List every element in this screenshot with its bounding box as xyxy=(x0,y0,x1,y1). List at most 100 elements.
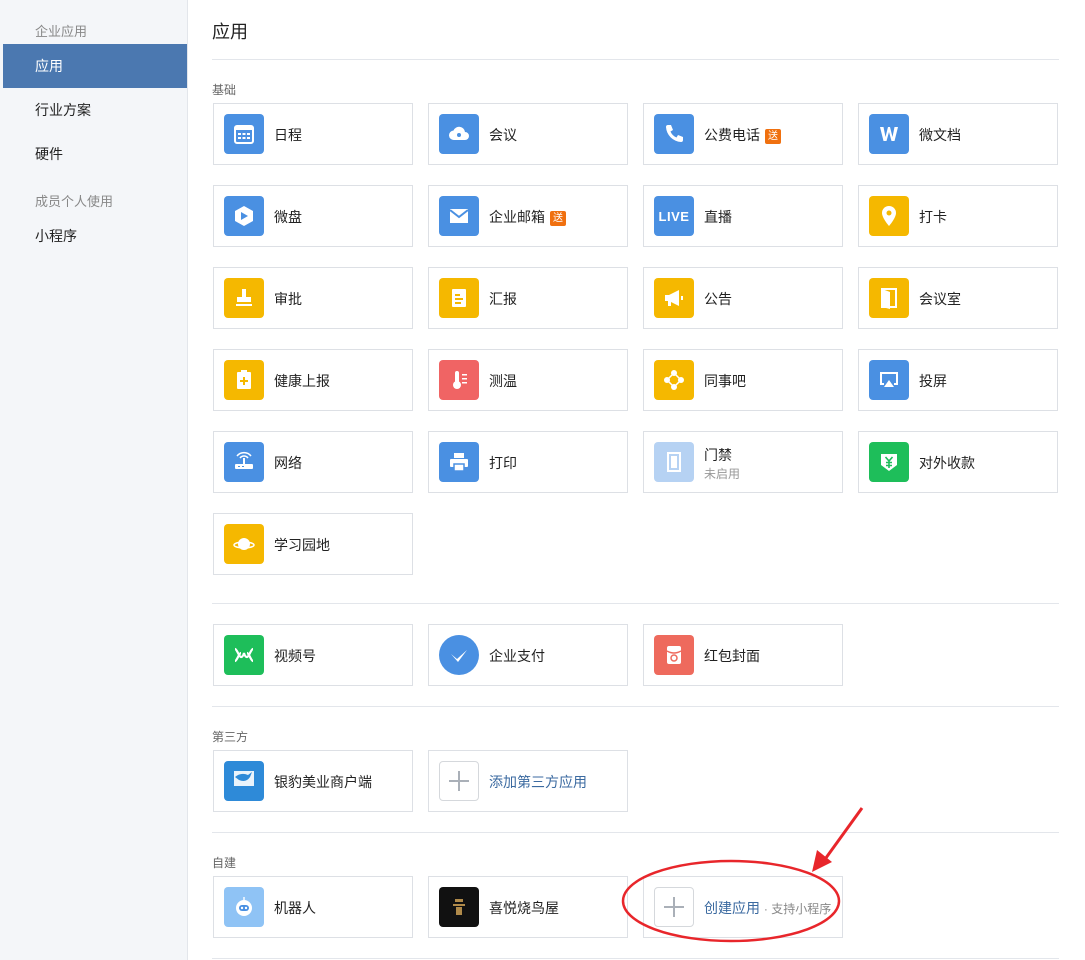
robot-icon xyxy=(224,887,264,927)
redpacket-icon xyxy=(654,635,694,675)
app-name: 打卡 xyxy=(919,209,947,225)
app-card-live[interactable]: LIVE 直播 xyxy=(643,185,843,247)
gift-badge: 送 xyxy=(550,211,566,226)
app-name: 红包封面 xyxy=(704,648,760,664)
divider xyxy=(212,59,1059,60)
divider xyxy=(212,603,1059,604)
app-name: 视频号 xyxy=(274,648,316,664)
health-icon xyxy=(224,360,264,400)
live-icon: LIVE xyxy=(654,196,694,236)
app-card-phone[interactable]: 公费电话送 xyxy=(643,103,843,165)
divider xyxy=(212,706,1059,707)
app-card-disk[interactable]: 微盘 xyxy=(213,185,413,247)
sidebar-item-mini-program[interactable]: 小程序 xyxy=(3,214,187,258)
divider xyxy=(212,832,1059,833)
cloud-icon xyxy=(439,114,479,154)
app-name: 创建应用 · 支持小程序 xyxy=(704,900,832,916)
app-card-report[interactable]: 汇报 xyxy=(428,267,628,329)
app-name: 测温 xyxy=(489,373,517,389)
plus-icon xyxy=(654,887,694,927)
app-name: 审批 xyxy=(274,291,302,307)
app-card-health[interactable]: 健康上报 xyxy=(213,349,413,411)
door-icon xyxy=(869,278,909,318)
app-name: 日程 xyxy=(274,127,302,143)
app-card-doc[interactable]: 微文档 xyxy=(858,103,1058,165)
app-card-meeting[interactable]: 会议 xyxy=(428,103,628,165)
app-name: 银豹美业商户端 xyxy=(274,774,372,790)
app-name: 公费电话送 xyxy=(704,125,781,145)
phone-icon xyxy=(654,114,694,154)
disk-icon xyxy=(224,196,264,236)
app-name: 学习园地 xyxy=(274,537,330,553)
section-label-basic: 基础 xyxy=(212,83,237,97)
sidebar: 企业应用 应用 行业方案 硬件 成员个人使用 小程序 xyxy=(0,0,188,960)
page-title: 应用 xyxy=(212,22,248,42)
mail-icon xyxy=(439,196,479,236)
app-card-temp[interactable]: 测温 xyxy=(428,349,628,411)
app-card-yinbao[interactable]: 银豹美业商户端 xyxy=(213,750,413,812)
report-icon xyxy=(439,278,479,318)
gift-badge: 送 xyxy=(765,129,781,144)
app-name: 机器人 xyxy=(274,900,316,916)
planet-icon xyxy=(224,524,264,564)
location-pin-icon xyxy=(869,196,909,236)
wepay-icon xyxy=(439,635,479,675)
app-card-print[interactable]: 打印 xyxy=(428,431,628,493)
team-icon xyxy=(654,360,694,400)
app-card-wepay[interactable]: 企业支付 xyxy=(428,624,628,686)
app-name: 汇报 xyxy=(489,291,517,307)
app-name: 打印 xyxy=(489,455,517,471)
app-name: 同事吧 xyxy=(704,373,746,389)
app-name: 微盘 xyxy=(274,209,302,225)
create-app-button[interactable]: 创建应用 · 支持小程序 xyxy=(643,876,843,938)
sidebar-item-apps[interactable]: 应用 xyxy=(3,44,187,88)
plus-icon xyxy=(439,761,479,801)
app-name: 微文档 xyxy=(919,127,961,143)
app-card-redpacket[interactable]: 红包封面 xyxy=(643,624,843,686)
sidebar-group-enterprise: 企业应用 xyxy=(35,24,88,39)
app-card-cast[interactable]: 投屏 xyxy=(858,349,1058,411)
app-name: 门禁 xyxy=(704,447,732,463)
app-card-xiyue[interactable]: 喜悦烧鸟屋 xyxy=(428,876,628,938)
app-card-network[interactable]: 网络 xyxy=(213,431,413,493)
section-label-custom: 自建 xyxy=(212,856,237,870)
app-card-notice[interactable]: 公告 xyxy=(643,267,843,329)
app-card-external-pay[interactable]: 对外收款 xyxy=(858,431,1058,493)
channels-icon xyxy=(224,635,264,675)
app-name: 企业邮箱送 xyxy=(489,207,566,227)
add-third-party-app-button[interactable]: 添加第三方应用 xyxy=(428,750,628,812)
leopard-icon xyxy=(224,761,264,801)
cast-icon xyxy=(869,360,909,400)
stamp-icon xyxy=(224,278,264,318)
shop-logo-icon xyxy=(439,887,479,927)
app-card-room[interactable]: 会议室 xyxy=(858,267,1058,329)
app-card-study[interactable]: 学习园地 xyxy=(213,513,413,575)
app-name: 企业支付 xyxy=(489,648,545,664)
gate-icon xyxy=(654,442,694,482)
app-name: 会议室 xyxy=(919,291,961,307)
app-name: 喜悦烧鸟屋 xyxy=(489,900,559,916)
router-icon xyxy=(224,442,264,482)
app-name: 会议 xyxy=(489,127,517,143)
create-app-subtitle: · 支持小程序 xyxy=(763,902,832,916)
app-card-gate[interactable]: 门禁 未启用 xyxy=(643,431,843,493)
app-card-robot[interactable]: 机器人 xyxy=(213,876,413,938)
sidebar-item-hardware[interactable]: 硬件 xyxy=(3,132,187,176)
app-card-mail[interactable]: 企业邮箱送 xyxy=(428,185,628,247)
sidebar-item-industry[interactable]: 行业方案 xyxy=(3,88,187,132)
app-card-colleague-bar[interactable]: 同事吧 xyxy=(643,349,843,411)
sidebar-group-personal: 成员个人使用 xyxy=(35,194,114,209)
divider xyxy=(212,958,1059,959)
calendar-icon xyxy=(224,114,264,154)
w-doc-icon xyxy=(869,114,909,154)
app-card-approval[interactable]: 审批 xyxy=(213,267,413,329)
app-name: 直播 xyxy=(704,209,732,225)
app-card-channels[interactable]: 视频号 xyxy=(213,624,413,686)
app-name: 投屏 xyxy=(919,373,947,389)
app-card-checkin[interactable]: 打卡 xyxy=(858,185,1058,247)
app-status: 未启用 xyxy=(704,467,741,481)
megaphone-icon xyxy=(654,278,694,318)
app-card-schedule[interactable]: 日程 xyxy=(213,103,413,165)
yen-icon xyxy=(869,442,909,482)
thermometer-icon xyxy=(439,360,479,400)
